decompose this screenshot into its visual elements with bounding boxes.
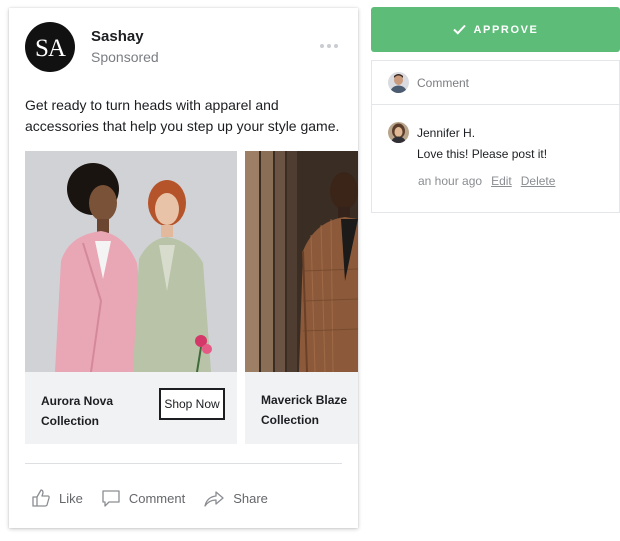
comment-input[interactable]: Comment — [372, 61, 619, 105]
ad-preview-card: SA Sashay Sponsored Get ready to turn he… — [9, 8, 358, 528]
carousel-card-info: Maverick Blaze Collection — [245, 372, 358, 444]
share-icon — [204, 491, 224, 507]
comment-meta: an hour ago Edit Delete — [418, 174, 555, 188]
comment-icon — [102, 490, 120, 507]
collection-title: Maverick Blaze Collection — [261, 390, 356, 430]
comment-label: Comment — [128, 490, 186, 506]
current-user-avatar — [388, 72, 409, 93]
comment-button[interactable]: Comment — [101, 485, 185, 511]
carousel-card-info: Aurora Nova Collection Shop Now — [25, 372, 237, 444]
ad-header: SA Sashay Sponsored — [25, 22, 344, 74]
brand-logo[interactable]: SA — [25, 22, 75, 72]
product-image[interactable] — [245, 151, 358, 372]
comments-panel: Comment Jennifer H. Love this! Please po… — [371, 60, 620, 213]
comment-placeholder: Comment — [417, 76, 470, 90]
share-label: Share — [233, 490, 268, 506]
commenter-name: Jennifer H. — [417, 126, 476, 140]
sponsored-label: Sponsored — [91, 49, 159, 65]
ad-actions-bar: Like Comment Share — [31, 485, 342, 511]
carousel-card[interactable]: Aurora Nova Collection Shop Now — [25, 151, 237, 444]
brand-name[interactable]: Sashay — [91, 28, 144, 45]
edit-comment-link[interactable]: Edit — [491, 174, 512, 188]
divider — [25, 463, 342, 464]
collection-title-line1: Aurora Nova — [41, 394, 114, 408]
product-image[interactable] — [25, 151, 237, 372]
comment-item: Jennifer H. Love this! Please post it! a… — [372, 105, 619, 213]
carousel-card[interactable]: Maverick Blaze Collection — [245, 151, 358, 444]
thumbs-up-icon — [32, 489, 50, 507]
like-button[interactable]: Like — [31, 485, 83, 511]
shop-now-button[interactable]: Shop Now — [159, 388, 225, 420]
more-options-icon[interactable] — [316, 40, 342, 52]
collection-title-line2: Collection — [261, 413, 320, 427]
comment-timestamp: an hour ago — [418, 174, 483, 188]
share-button[interactable]: Share — [203, 485, 268, 511]
collection-title-line2: Collection — [41, 414, 100, 428]
approve-button[interactable]: APPROVE — [371, 7, 620, 52]
collection-title-line1: Maverick Blaze — [261, 393, 348, 407]
collection-title: Aurora Nova Collection — [41, 391, 151, 431]
ad-body-text: Get ready to turn heads with apparel and… — [25, 97, 340, 134]
commenter-avatar — [388, 122, 409, 143]
checkmark-icon — [452, 24, 466, 35]
like-label: Like — [59, 490, 83, 506]
delete-comment-link[interactable]: Delete — [521, 174, 556, 188]
ad-carousel[interactable]: Aurora Nova Collection Shop Now Maverick… — [25, 151, 358, 444]
comment-text: Love this! Please post it! — [417, 147, 548, 161]
approve-label: APPROVE — [473, 23, 539, 36]
